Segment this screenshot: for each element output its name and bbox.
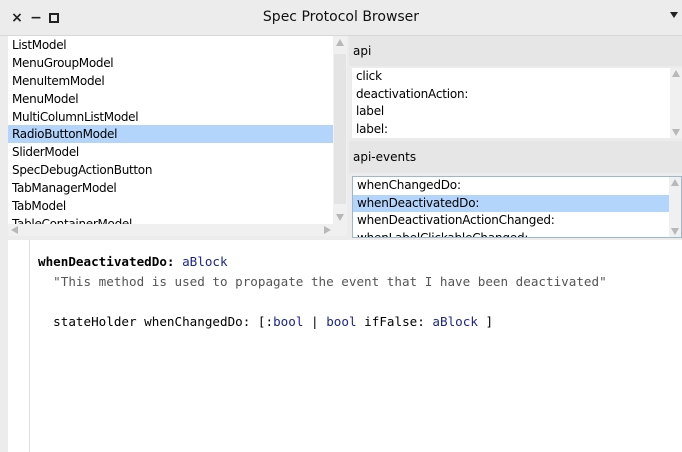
method-list-item-selected[interactable]: whenDeactivatedDo:: [353, 194, 681, 212]
api-events-protocol-header: api-events: [349, 141, 682, 173]
code-arg: aBlock: [432, 314, 478, 329]
code-bool: bool: [326, 314, 357, 329]
method-list-item[interactable]: click: [352, 68, 682, 86]
code-block-close: ]: [485, 314, 494, 329]
method-argument: aBlock: [182, 254, 228, 269]
code-block-open: [:: [257, 314, 274, 329]
code-gutter: [8, 240, 30, 452]
code-if-false: ifFalse:: [364, 314, 425, 329]
class-list-item[interactable]: TabManagerModel: [8, 179, 333, 197]
method-list-item[interactable]: whenChangedDo:: [353, 177, 681, 195]
class-list-item[interactable]: MenuModel: [8, 90, 333, 108]
scroll-down-icon[interactable]: [336, 214, 344, 221]
class-list-item[interactable]: TableContainerModel: [8, 215, 333, 224]
method-comment: "This method is used to propagate the ev…: [53, 274, 607, 289]
method-list-item[interactable]: whenLabelClickableChanged:: [353, 230, 681, 238]
window-title: Spec Protocol Browser: [262, 9, 420, 25]
source-code-editor[interactable]: whenDeactivatedDo: aBlock "This method i…: [38, 252, 607, 332]
title-bar: × − Spec Protocol Browser: [0, 0, 682, 36]
class-list-item-selected[interactable]: RadioButtonModel: [8, 125, 333, 144]
scroll-thumb[interactable]: [334, 54, 346, 204]
browser-content: ListModel MenuGroupModel MenuItemModel M…: [0, 36, 682, 452]
class-list-item[interactable]: MenuItemModel: [8, 72, 333, 90]
code-receiver: stateHolder: [53, 314, 137, 329]
method-list-item[interactable]: deactivationAction:: [352, 86, 682, 104]
window-menu-icon[interactable]: [670, 12, 678, 18]
method-list-item[interactable]: label:: [352, 121, 682, 139]
code-block-bar: |: [311, 314, 319, 329]
class-list[interactable]: ListModel MenuGroupModel MenuItemModel M…: [8, 36, 333, 224]
api-events-method-list[interactable]: whenChangedDo: whenDeactivatedDo: whenDe…: [352, 176, 682, 238]
code-message: whenChangedDo:: [144, 314, 251, 329]
api-events-list-scrollbar[interactable]: [669, 177, 681, 237]
class-list-item[interactable]: SpecDebugActionButton: [8, 161, 333, 179]
class-list-item[interactable]: ListModel: [8, 36, 333, 54]
scroll-right-icon[interactable]: [324, 226, 331, 234]
method-selector: whenDeactivatedDo:: [38, 254, 175, 269]
api-method-list[interactable]: click deactivationAction: label label:: [352, 68, 682, 138]
class-list-horizontal-scrollbar[interactable]: [8, 224, 347, 236]
scroll-up-icon[interactable]: [336, 39, 344, 46]
api-list-scrollbar[interactable]: [670, 68, 682, 138]
class-list-item[interactable]: SliderModel: [8, 143, 333, 161]
method-list-item[interactable]: whenDeactivationActionChanged:: [353, 212, 681, 230]
scroll-left-icon[interactable]: [11, 226, 18, 234]
api-protocol-header: api: [349, 36, 682, 66]
class-list-item[interactable]: TabModel: [8, 197, 333, 215]
code-block-arg: bool: [273, 314, 304, 329]
method-list-item[interactable]: label: [352, 103, 682, 121]
source-code-pane[interactable]: whenDeactivatedDo: aBlock "This method i…: [8, 240, 682, 452]
class-list-pane: ListModel MenuGroupModel MenuItemModel M…: [8, 36, 347, 236]
class-list-item[interactable]: MultiColumnListModel: [8, 108, 333, 126]
class-list-item[interactable]: MenuGroupModel: [8, 54, 333, 72]
scroll-down-icon[interactable]: [672, 129, 680, 136]
class-list-vertical-scrollbar[interactable]: [333, 36, 347, 224]
scroll-up-icon[interactable]: [671, 179, 679, 186]
scroll-down-icon[interactable]: [671, 228, 679, 235]
scroll-up-icon[interactable]: [672, 70, 680, 77]
